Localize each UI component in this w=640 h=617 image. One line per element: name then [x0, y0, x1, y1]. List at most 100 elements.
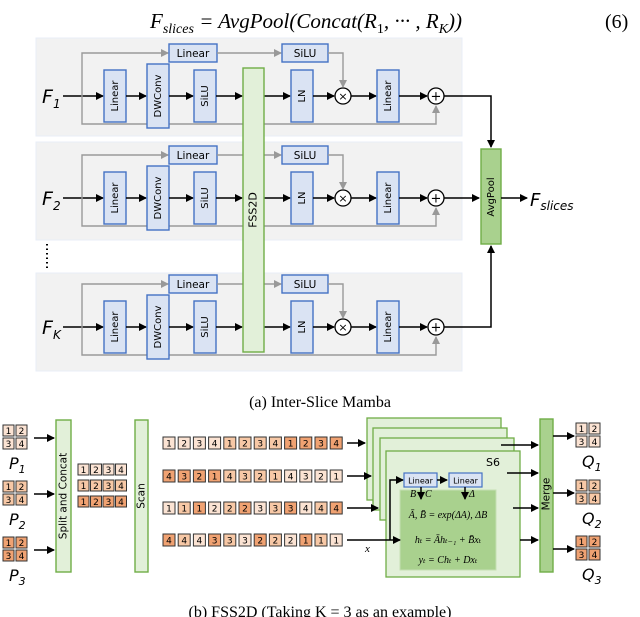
input-patch-3-t1: 1: [2, 536, 15, 549]
input-patch-2-t2-num: 2: [19, 483, 25, 493]
output-patch-1-t3: 3: [575, 435, 588, 448]
silu-3-label: SiLU: [200, 316, 211, 338]
output-patch-1-t4: 4: [588, 435, 601, 448]
output-patch-3-t2-num: 2: [592, 538, 598, 548]
input-patch-2-t4: 4: [15, 493, 28, 506]
s6-linear-2-label: Linear: [453, 477, 479, 486]
multiply-icon: ×: [338, 321, 347, 334]
input-patch-3-t4: 4: [15, 549, 28, 562]
scan-seq-1-token: 2: [177, 436, 191, 450]
linear-top-1: Linear: [168, 43, 218, 63]
scan-seq-1-token: 2: [299, 436, 313, 450]
dwconv-2-label: DWConv: [153, 176, 164, 219]
scan-seq-2-token: 2: [192, 469, 206, 483]
concat-token: 1: [77, 495, 90, 508]
output-patch-3-t4: 4: [588, 548, 601, 561]
output-patch-1-t2: 2: [588, 422, 601, 435]
output-patch-2-t1-num: 1: [579, 482, 585, 492]
concat-token-num: 2: [93, 498, 99, 508]
delta-label: Δ: [468, 489, 475, 500]
scan-seq-3-token-num: 3: [288, 505, 294, 515]
scan-seq-2-token: 1: [268, 469, 282, 483]
avgpool-label: AvgPool: [486, 177, 497, 216]
scan-seq-2-token-num: 4: [227, 473, 233, 483]
scan-seq-1-token: 1: [284, 436, 298, 450]
linear-top-2-label: Linear: [177, 150, 210, 162]
merge-label: Merge: [541, 478, 553, 511]
input-patch-label-2: P2: [9, 510, 26, 532]
output-patch-2-t3: 3: [575, 492, 588, 505]
scan-seq-4-token-num: 4: [166, 537, 172, 547]
ln-1-label: LN: [297, 89, 308, 102]
output-patch-2-t1: 1: [575, 479, 588, 492]
scan-seq-1-token: 4: [329, 436, 343, 450]
add-icon: +: [431, 90, 442, 105]
scan-seq-1-token: 2: [238, 436, 252, 450]
scan-seq-3-token-num: 4: [333, 505, 339, 515]
fss2d-label: FSS2D: [247, 192, 260, 228]
linear-in-2: Linear: [103, 171, 127, 225]
scan-seq-4-token: 4: [162, 533, 176, 547]
scan-seq-3-token-num: 4: [303, 505, 309, 515]
scan-seq-2-token: 3: [177, 469, 191, 483]
fss2d-diagram: 1 23 4P11 23 4P21 23 4P3Split and Concat 1 2 3 41 2…: [2, 417, 602, 588]
output-patch-1-t2-num: 2: [592, 425, 598, 435]
concat-token-num: 2: [93, 482, 99, 492]
input-patch-3-t3: 3: [2, 549, 15, 562]
input-patch-1-t4: 4: [15, 437, 28, 450]
scan-seq-1-token-num: 2: [303, 440, 309, 450]
input-patch-3-t2-num: 2: [19, 539, 25, 549]
s6-eq-state: hₜ = Āhₜ₋₁ + B̄xₜ: [415, 534, 482, 546]
dwconv-2: DWConv: [146, 165, 170, 231]
add-icon: +: [431, 321, 442, 336]
silu-1-label: SiLU: [200, 85, 211, 107]
split-concat-label: Split and Concat: [58, 453, 70, 539]
linear-top-1-label: Linear: [177, 48, 210, 60]
dwconv-3: DWConv: [146, 294, 170, 360]
concat-token: 3: [102, 479, 115, 492]
silu-1: SiLU: [193, 69, 217, 123]
scan-seq-1-token-num: 4: [333, 440, 339, 450]
linear-top-3-label: Linear: [177, 279, 210, 291]
input-patch-1-t3-num: 3: [6, 440, 12, 450]
scan-seq-4-token: 1: [329, 533, 343, 547]
output-patch-label-2: Q2: [582, 509, 602, 531]
output-label: Fslices: [530, 190, 574, 213]
output-patch-2-t2: 2: [588, 479, 601, 492]
scan-seq-4-token: 3: [238, 533, 252, 547]
scan-seq-1-token: 1: [223, 436, 237, 450]
output-patch-2-t4-num: 4: [592, 495, 598, 505]
input-patch-2-t1-num: 1: [6, 483, 12, 493]
silu-2-label: SiLU: [200, 187, 211, 209]
scan-seq-2-token-num: 1: [333, 473, 339, 483]
concat-token: 4: [115, 479, 127, 492]
scan-seq-3-token-num: 2: [227, 505, 233, 515]
scan-seq-2-token: 4: [284, 469, 298, 483]
input-patch-1-t2-num: 2: [19, 427, 25, 437]
scan-seq-1-token-num: 3: [257, 440, 263, 450]
b-label: B: [410, 489, 416, 500]
scan-seq-3-token-num: 3: [273, 505, 279, 515]
scan-seq-4-token-num: 2: [273, 537, 279, 547]
input-patch-2-t2: 2: [15, 480, 28, 493]
input-patch-2-t3: 3: [2, 493, 15, 506]
add-icon: +: [431, 192, 442, 207]
scan-seq-4-token: 2: [268, 533, 282, 547]
scan-seq-3-token: 4: [314, 501, 328, 515]
input-patch-3-t4-num: 4: [19, 552, 25, 562]
scan-seq-3-token: 1: [162, 501, 176, 515]
scan-seq-4-token-num: 1: [318, 537, 324, 547]
scan-seq-2-token-num: 3: [242, 473, 248, 483]
scan-seq-3-token-num: 1: [197, 505, 203, 515]
scan-seq-2-token: 4: [162, 469, 176, 483]
scan-seq-3-token: 2: [208, 501, 222, 515]
ln-2-label: LN: [297, 191, 308, 204]
scan-seq-3-token: 1: [192, 501, 206, 515]
scan-seq-4-token-num: 2: [288, 537, 294, 547]
scan-seq-1-token: 3: [314, 436, 328, 450]
concat-token: 3: [102, 495, 115, 508]
s6-linear-1-label: Linear: [408, 477, 434, 486]
scan-seq-2-token-num: 2: [318, 473, 324, 483]
scan-seq-4-token: 3: [208, 533, 222, 547]
concat-token-num: 3: [106, 498, 112, 508]
